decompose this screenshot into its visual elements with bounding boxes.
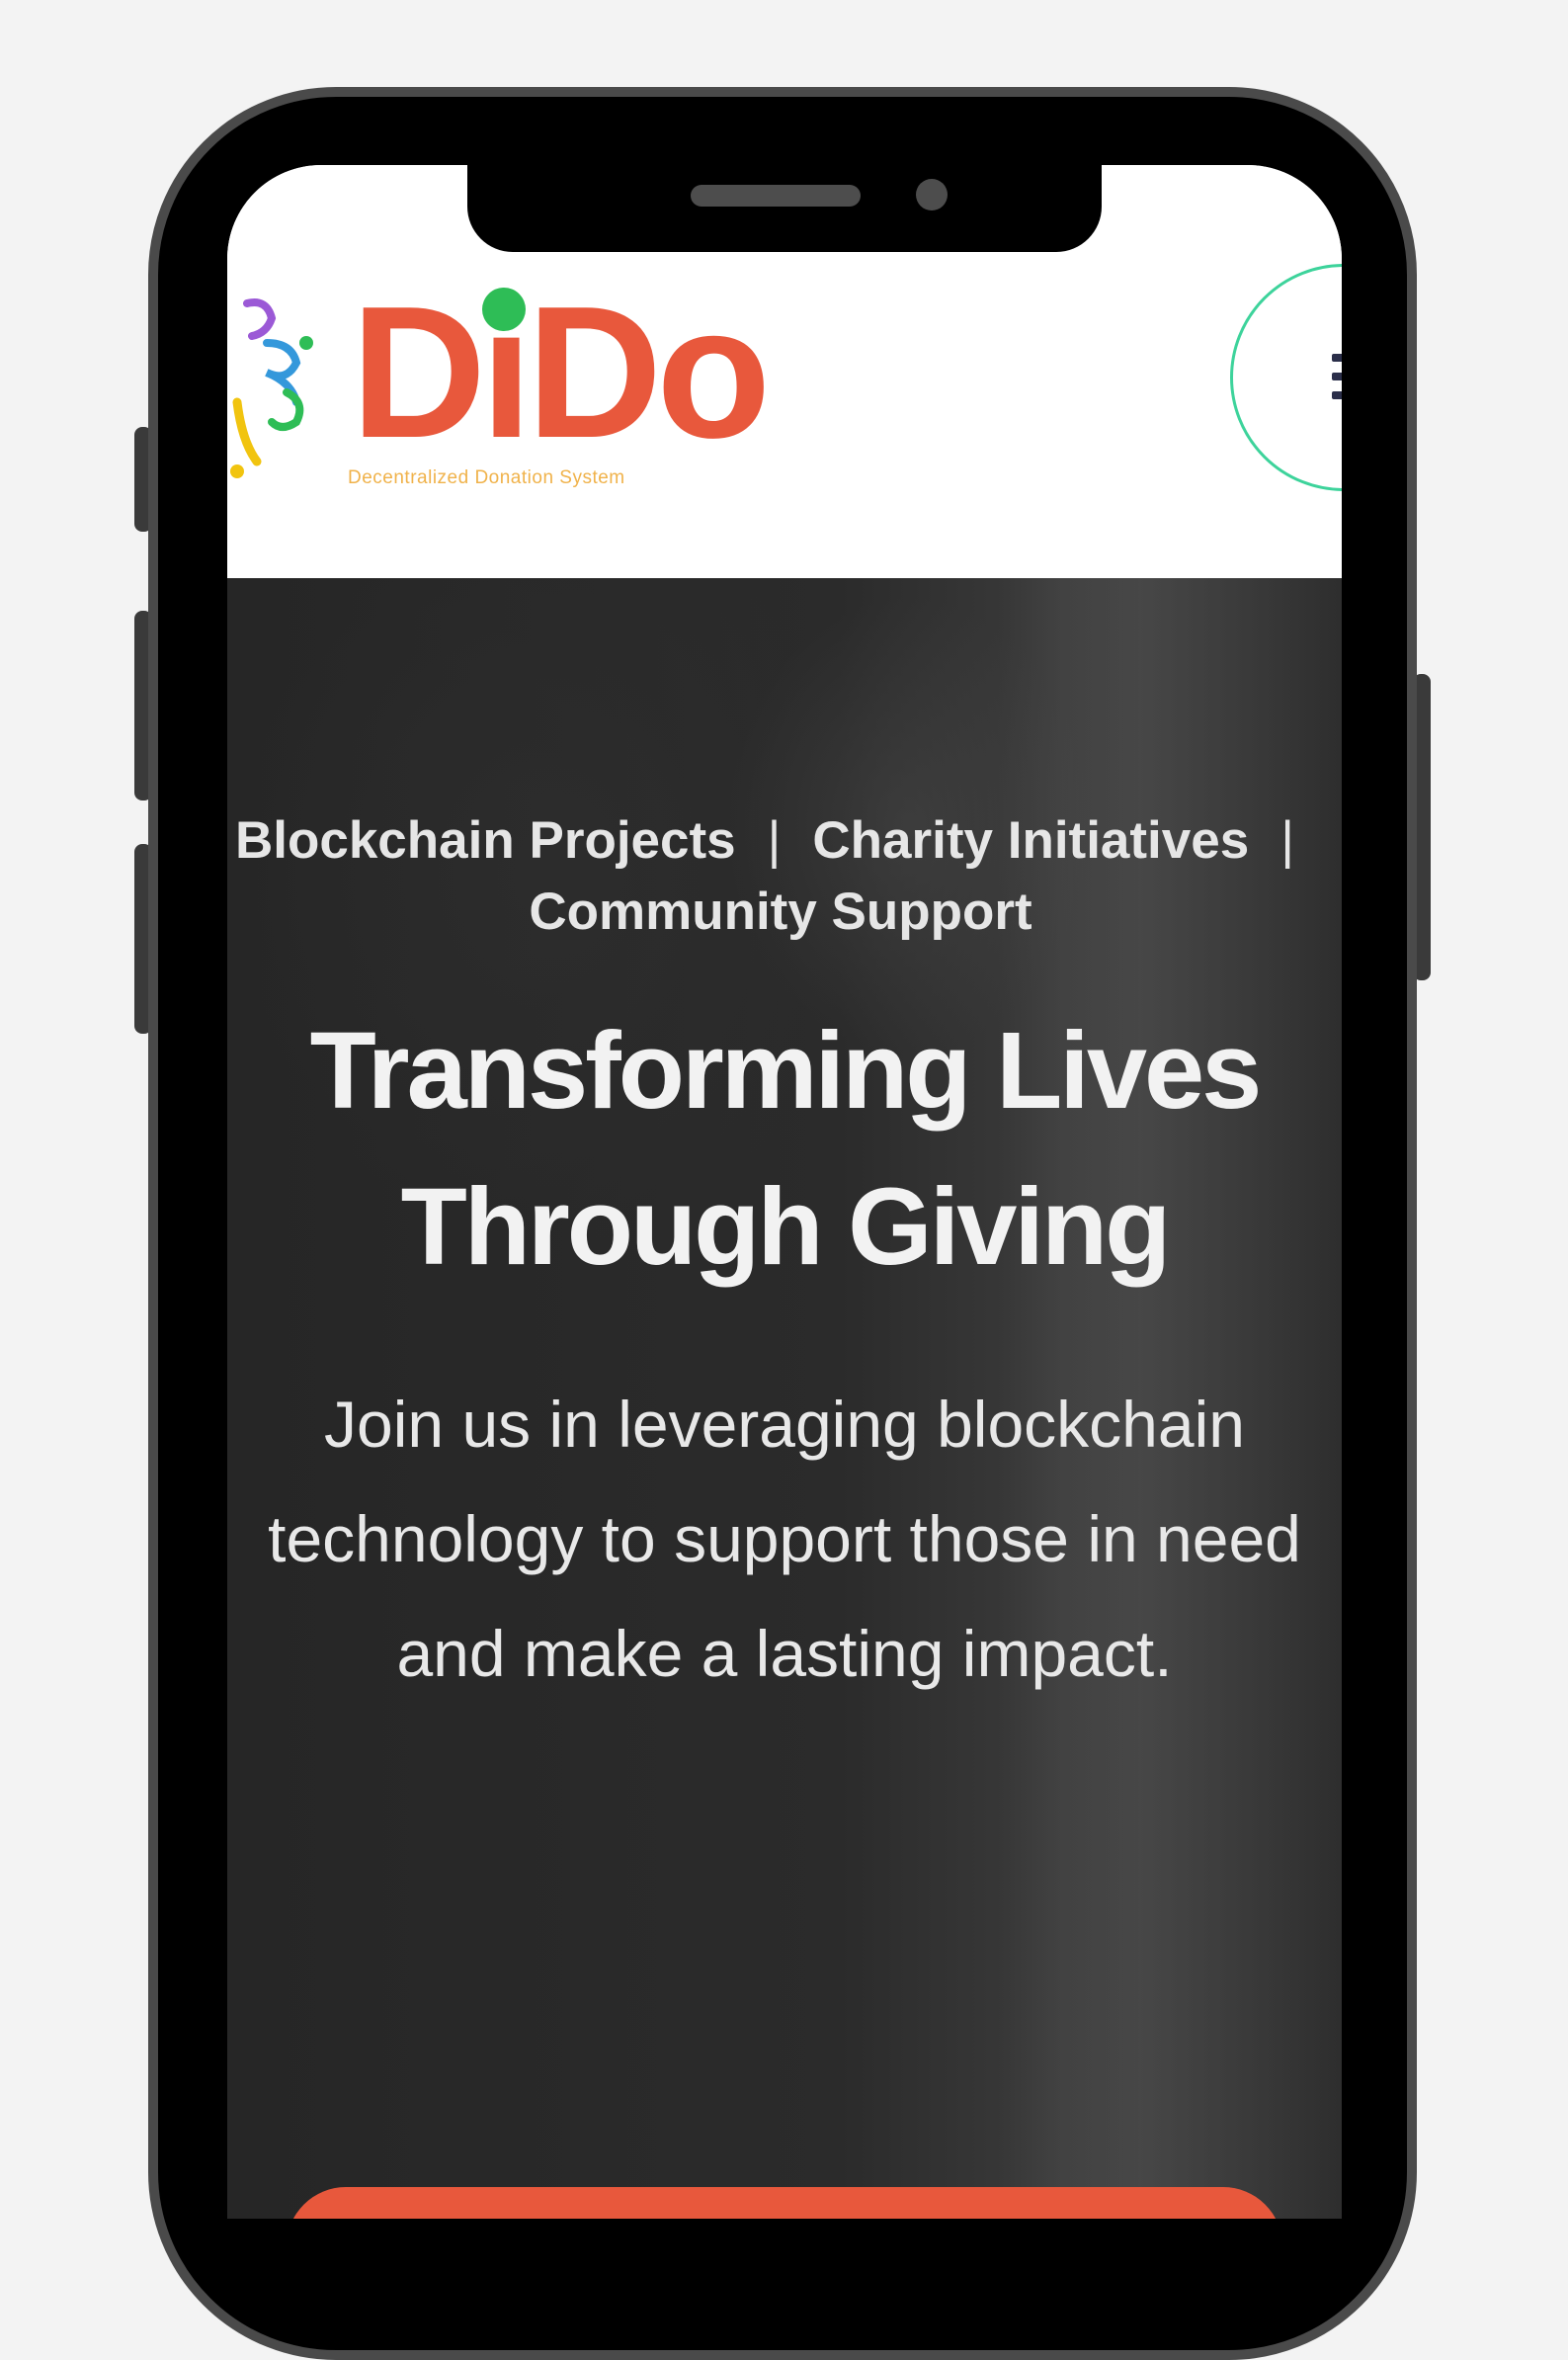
logo-dot xyxy=(481,288,526,331)
category-charity-initiatives[interactable]: Charity Initiatives xyxy=(812,811,1249,870)
phone-notch xyxy=(467,163,1102,252)
hero-section: Blockchain Projects | Charity Initiatives |… xyxy=(227,578,1342,2219)
hero-title: Transforming Lives Through Giving xyxy=(309,1010,1263,1288)
logo-figures-icon xyxy=(230,298,313,478)
category-separator: | xyxy=(767,811,782,870)
brand-tagline: Decentralized Donation System xyxy=(348,467,625,488)
category-links: Blockchain Projects | Charity Initiatives |… xyxy=(227,805,1342,948)
category-blockchain-projects[interactable]: Blockchain Projects xyxy=(235,811,736,870)
hero-subtitle: Join us in leveraging blockchain technol… xyxy=(268,1388,1301,1690)
phone-screen: Di Do Decentralized Donation System Block… xyxy=(227,165,1342,2219)
hamburger-icon xyxy=(1332,354,1342,410)
category-separator: | xyxy=(1280,811,1294,870)
menu-button[interactable] xyxy=(1230,264,1342,491)
speaker-grille xyxy=(691,185,861,207)
camera-icon xyxy=(916,179,948,211)
brand-logo[interactable]: Di Do xyxy=(351,279,771,466)
cta-button[interactable] xyxy=(287,2187,1282,2219)
category-community-support[interactable]: Community Support xyxy=(529,883,1032,941)
